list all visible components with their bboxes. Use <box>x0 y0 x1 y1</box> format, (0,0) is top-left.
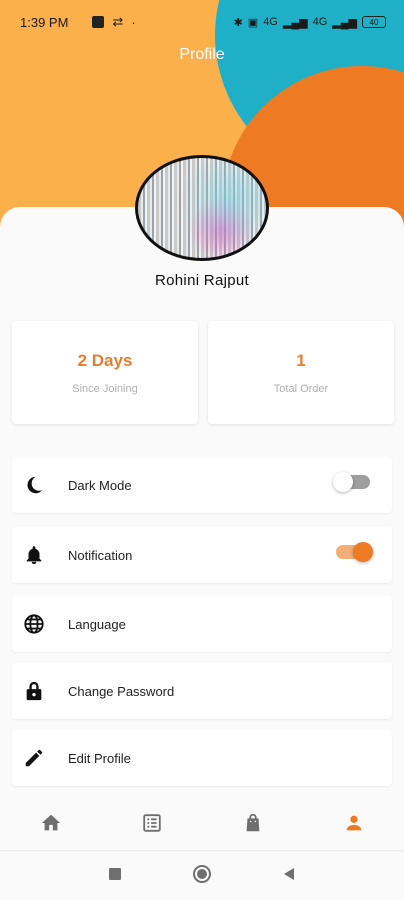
square-icon <box>109 867 121 880</box>
person-icon <box>346 815 361 830</box>
dot-icon: · <box>131 14 136 30</box>
status-time: 1:39 PM <box>20 14 69 30</box>
setting-label: Dark Mode <box>68 477 132 493</box>
stat-value: 2 Days <box>77 351 133 370</box>
lock-icon <box>22 679 46 703</box>
nav-cart[interactable] <box>228 803 278 843</box>
nav-home[interactable] <box>26 803 76 843</box>
user-name: Rohini Rajput <box>155 272 249 289</box>
globe-icon <box>22 612 46 636</box>
bluetooth-icon: ✱ <box>233 16 243 29</box>
setting-label: Change Password <box>68 683 175 699</box>
notification-toggle[interactable] <box>336 542 373 562</box>
recents-button[interactable] <box>108 867 122 886</box>
signal-label-1: 4G <box>263 16 278 28</box>
stat-card-joining: 2 Days Since Joining <box>12 321 198 424</box>
bell-icon <box>22 543 46 567</box>
setting-dark-mode[interactable]: Dark Mode <box>12 457 392 513</box>
setting-language[interactable]: Language <box>12 596 392 652</box>
setting-label: Language <box>68 616 126 632</box>
bottom-navigation <box>0 795 404 851</box>
nav-profile[interactable] <box>329 803 379 843</box>
stat-value: 1 <box>296 351 306 370</box>
setting-edit-profile[interactable]: Edit Profile <box>12 730 392 786</box>
back-button[interactable] <box>282 867 296 886</box>
stat-label: Total Order <box>273 383 329 395</box>
signal-label-2: 4G <box>312 16 328 28</box>
setting-label: Edit Profile <box>68 750 131 766</box>
setting-notification[interactable]: Notification <box>12 527 392 583</box>
moon-icon <box>22 473 46 497</box>
notification-app-icon <box>92 16 105 28</box>
home-button[interactable] <box>192 864 212 889</box>
pencil-icon <box>22 746 46 770</box>
stat-card-orders: 1 Total Order <box>208 321 394 424</box>
setting-change-password[interactable]: Change Password <box>12 663 392 719</box>
circle-icon <box>193 864 211 883</box>
battery-icon: 40 <box>362 16 386 28</box>
signal-icon: ▂▄▆ <box>282 16 308 29</box>
list-icon <box>142 813 161 832</box>
bag-icon <box>246 813 259 831</box>
nav-orders[interactable] <box>127 803 177 843</box>
avatar[interactable] <box>135 155 269 261</box>
home-icon <box>41 814 60 830</box>
stat-label: Since Joining <box>72 383 138 395</box>
setting-label: Notification <box>68 547 133 563</box>
page-title: Profile <box>179 46 225 63</box>
signal-icon-2: ▂▄▆ <box>332 16 357 29</box>
status-bar: 1:39 PM ⇄ · ✱ ▣ 4G ▂▄▆ 4G ▂▄▆ 40 <box>0 0 404 44</box>
dark-mode-toggle[interactable] <box>333 472 370 492</box>
system-navigation <box>0 852 404 900</box>
missed-call-icon: ⇄ <box>112 14 124 29</box>
volte-icon: ▣ <box>247 16 259 29</box>
back-triangle-icon <box>284 867 294 880</box>
